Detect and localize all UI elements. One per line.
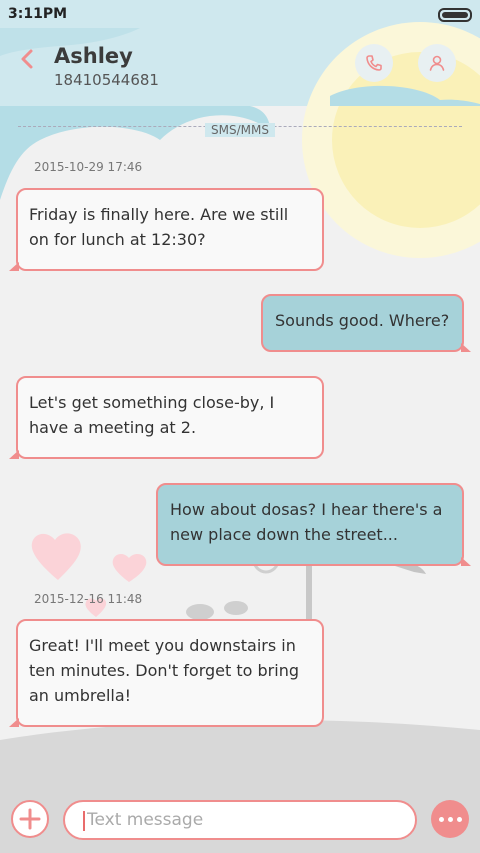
bubble-tail — [9, 718, 19, 727]
profile-button[interactable] — [418, 44, 456, 82]
person-icon — [429, 55, 445, 71]
message-bubble-incoming[interactable]: Great! I'll meet you downstairs in ten m… — [9, 619, 324, 727]
message-text: Friday is finally here. Are we still on … — [29, 205, 289, 249]
message-text: Let's get something close-by, I have a m… — [29, 393, 275, 437]
bubble-tail — [461, 557, 471, 566]
bubble-tail — [9, 450, 19, 459]
status-bar: 3:11PM — [0, 0, 480, 28]
back-button[interactable] — [12, 44, 42, 74]
contact-name: Ashley — [54, 44, 133, 68]
message-text: How about dosas? I hear there's a new pl… — [170, 500, 443, 544]
status-time: 3:11PM — [8, 6, 68, 22]
channel-label: SMS/MMS — [205, 123, 275, 137]
text-message-field[interactable] — [63, 800, 417, 840]
more-dots-icon — [438, 816, 462, 822]
timestamp: 2015-10-29 17:46 — [34, 160, 143, 174]
contact-number: 18410544681 — [54, 71, 159, 89]
message-bubble-incoming[interactable]: Friday is finally here. Are we still on … — [9, 188, 324, 271]
add-attachment-button[interactable] — [11, 800, 49, 838]
phone-icon — [366, 55, 382, 71]
message-bubble-incoming[interactable]: Let's get something close-by, I have a m… — [9, 376, 324, 459]
text-message-input[interactable] — [87, 802, 407, 838]
conversation-header: Ashley 18410544681 — [0, 28, 480, 106]
message-text: Great! I'll meet you downstairs in ten m… — [29, 636, 299, 705]
channel-divider: SMS/MMS — [0, 119, 480, 138]
more-button[interactable] — [431, 800, 469, 838]
bubble-tail — [9, 262, 19, 271]
message-text: Sounds good. Where? — [275, 311, 450, 330]
call-button[interactable] — [355, 44, 393, 82]
message-composer — [0, 786, 480, 853]
text-cursor — [83, 811, 85, 831]
battery-icon — [438, 8, 472, 22]
plus-icon — [19, 808, 41, 830]
timestamp: 2015-12-16 11:48 — [34, 592, 143, 606]
chevron-left-icon — [21, 49, 33, 69]
message-bubble-outgoing[interactable]: How about dosas? I hear there's a new pl… — [156, 483, 471, 566]
message-bubble-outgoing[interactable]: Sounds good. Where? — [261, 294, 471, 352]
bubble-tail — [461, 343, 471, 352]
